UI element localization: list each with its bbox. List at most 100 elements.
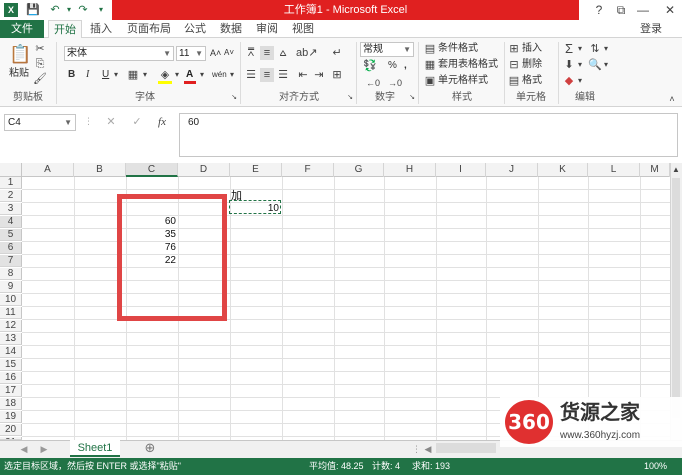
scroll-left-icon[interactable]: ◀ bbox=[422, 442, 434, 456]
name-box[interactable]: C4 ▼ bbox=[4, 114, 76, 131]
align-middle-icon[interactable]: ≡ bbox=[260, 46, 274, 60]
column-header[interactable]: C bbox=[126, 163, 178, 177]
row-header[interactable]: 7 bbox=[0, 255, 22, 267]
tab-data[interactable]: 数据 bbox=[216, 20, 246, 38]
autosum-icon[interactable]: Σ bbox=[562, 42, 576, 56]
column-header[interactable]: I bbox=[436, 163, 486, 177]
chevron-down-icon[interactable]: ▼ bbox=[64, 115, 72, 130]
increase-decimal-icon[interactable]: ←0 bbox=[364, 76, 382, 90]
minimize-button[interactable]: — bbox=[632, 0, 654, 20]
row-header[interactable]: 12 bbox=[0, 320, 22, 332]
number-format-combo[interactable]: 常规 ▼ bbox=[360, 42, 414, 57]
cut-icon[interactable]: ✂ bbox=[33, 42, 47, 56]
column-header[interactable]: E bbox=[230, 163, 282, 177]
customize-icon[interactable]: ▾ bbox=[94, 3, 108, 17]
scroll-up-icon[interactable]: ▲ bbox=[670, 163, 682, 177]
paste-button[interactable]: 粘贴 bbox=[9, 67, 29, 81]
row-header[interactable]: 13 bbox=[0, 333, 22, 345]
clear-icon[interactable]: ◆ bbox=[562, 74, 576, 88]
select-all-corner[interactable] bbox=[0, 163, 22, 177]
insert-function-icon[interactable]: fx bbox=[154, 115, 170, 129]
row-header[interactable]: 17 bbox=[0, 385, 22, 397]
fill-icon[interactable]: ⬇ bbox=[562, 58, 576, 72]
decrease-decimal-icon[interactable]: →0 bbox=[386, 76, 404, 90]
row-header[interactable]: 15 bbox=[0, 359, 22, 371]
italic-button[interactable]: I bbox=[86, 68, 89, 82]
row-header[interactable]: 2 bbox=[0, 190, 22, 202]
merge-center-icon[interactable]: ⊞ bbox=[330, 68, 344, 82]
chevron-down-icon[interactable]: ▾ bbox=[228, 68, 236, 82]
column-header[interactable]: D bbox=[178, 163, 230, 177]
chevron-down-icon[interactable]: ▼ bbox=[403, 43, 411, 56]
bold-button[interactable]: B bbox=[68, 68, 75, 82]
align-bottom-icon[interactable]: ⩟ bbox=[276, 46, 290, 60]
chevron-down-icon[interactable]: ▾ bbox=[198, 68, 206, 82]
horizontal-scroll-thumb[interactable] bbox=[436, 443, 496, 453]
chevron-down-icon[interactable]: ▾ bbox=[602, 42, 610, 56]
sheet-tab[interactable]: Sheet1 bbox=[70, 440, 120, 457]
row-header[interactable]: 14 bbox=[0, 346, 22, 358]
shrink-font-button[interactable]: A˅ bbox=[224, 46, 234, 60]
row-header[interactable]: 1 bbox=[0, 177, 22, 189]
row-header[interactable]: 8 bbox=[0, 268, 22, 280]
align-left-icon[interactable]: ☰ bbox=[244, 68, 258, 82]
row-header[interactable]: 16 bbox=[0, 372, 22, 384]
enter-formula-icon[interactable]: ✓ bbox=[130, 115, 144, 129]
dialog-launcher-icon[interactable]: ↘ bbox=[408, 94, 416, 102]
column-header[interactable]: F bbox=[282, 163, 334, 177]
tab-page-layout[interactable]: 页面布局 bbox=[122, 20, 176, 38]
format-as-table-button[interactable]: 套用表格格式 bbox=[438, 58, 498, 72]
chevron-down-icon[interactable]: ▾ bbox=[112, 68, 120, 82]
cell-styles-button[interactable]: 单元格样式 bbox=[438, 74, 488, 88]
chevron-down-icon[interactable]: ▼ bbox=[195, 47, 203, 60]
formula-input[interactable]: 60 bbox=[179, 113, 678, 157]
row-header[interactable]: 11 bbox=[0, 307, 22, 319]
row-header[interactable]: 10 bbox=[0, 294, 22, 306]
row-header[interactable]: 19 bbox=[0, 411, 22, 423]
find-select-icon[interactable]: 🔍 bbox=[588, 58, 602, 72]
cancel-formula-icon[interactable]: ✕ bbox=[104, 115, 118, 129]
chevron-down-icon[interactable]: ▾ bbox=[576, 58, 584, 72]
help-button[interactable]: ? bbox=[588, 0, 610, 20]
column-header[interactable]: L bbox=[588, 163, 640, 177]
font-name-combo[interactable]: 宋体 ▼ bbox=[64, 46, 174, 61]
ribbon-display-button[interactable]: ⧉ bbox=[610, 0, 632, 20]
sign-in-link[interactable]: 登录 bbox=[640, 20, 662, 38]
copy-icon[interactable]: ⎘ bbox=[33, 57, 47, 71]
row-header[interactable]: 18 bbox=[0, 398, 22, 410]
orientation-icon[interactable]: ab↗ bbox=[296, 46, 317, 60]
chevron-down-icon[interactable]: ▼ bbox=[163, 47, 171, 60]
chevron-down-icon[interactable]: ▾ bbox=[173, 68, 181, 82]
tab-file[interactable]: 文件 bbox=[0, 20, 44, 38]
delete-cells-button[interactable]: 删除 bbox=[522, 58, 542, 72]
undo-dropdown-icon[interactable]: ▾ bbox=[62, 3, 76, 17]
collapse-ribbon-icon[interactable]: ˄ bbox=[666, 94, 678, 104]
fill-color-icon[interactable]: ◈ bbox=[158, 68, 172, 82]
grow-font-button[interactable]: A˄ bbox=[210, 46, 221, 60]
format-painter-icon[interactable]: 🖌 bbox=[33, 72, 47, 86]
column-header[interactable]: B bbox=[74, 163, 126, 177]
new-sheet-icon[interactable]: ⊕ bbox=[142, 441, 158, 455]
row-header[interactable]: 9 bbox=[0, 281, 22, 293]
tab-view[interactable]: 视图 bbox=[288, 20, 318, 38]
percent-style-button[interactable]: % bbox=[388, 59, 397, 73]
undo-icon[interactable]: ↶ bbox=[48, 3, 62, 17]
splitter-icon[interactable]: ⋮ bbox=[412, 442, 421, 456]
borders-icon[interactable]: ▦ bbox=[126, 68, 140, 82]
column-header[interactable]: G bbox=[334, 163, 384, 177]
align-top-icon[interactable]: ⩞ bbox=[244, 46, 258, 60]
paste-icon[interactable]: 📋 bbox=[9, 42, 31, 66]
column-header[interactable]: H bbox=[384, 163, 436, 177]
sort-filter-icon[interactable]: ⇅ bbox=[588, 42, 602, 56]
tab-review[interactable]: 审阅 bbox=[252, 20, 282, 38]
dialog-launcher-icon[interactable]: ↘ bbox=[346, 94, 354, 102]
format-cells-button[interactable]: 格式 bbox=[522, 74, 542, 88]
dialog-launcher-icon[interactable]: ↘ bbox=[230, 94, 238, 102]
phonetic-button[interactable]: wén bbox=[212, 68, 227, 82]
sheet-next-icon[interactable]: ▶ bbox=[38, 442, 50, 456]
row-header[interactable]: 5 bbox=[0, 229, 22, 241]
underline-button[interactable]: U bbox=[102, 68, 109, 82]
tab-insert[interactable]: 插入 bbox=[86, 20, 116, 38]
column-header[interactable]: J bbox=[486, 163, 538, 177]
tab-home[interactable]: 开始 bbox=[48, 20, 82, 38]
